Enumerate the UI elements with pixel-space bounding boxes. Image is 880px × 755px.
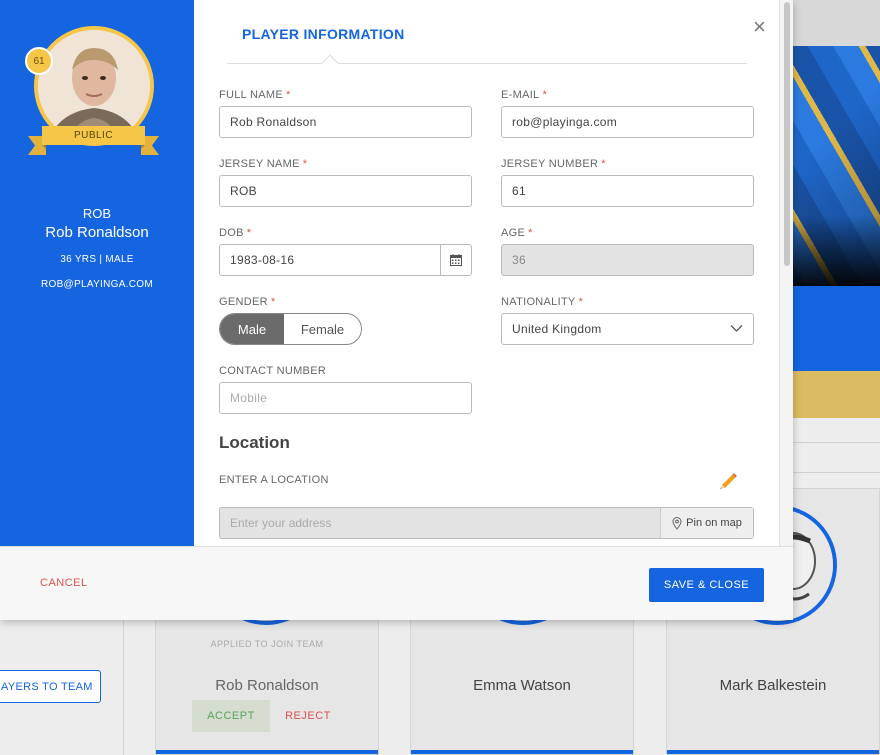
divider — [780, 472, 880, 473]
dob-value: 1983-08-16 — [230, 253, 295, 267]
modal-content: PLAYER INFORMATION × FULL NAME * Rob Rona… — [194, 0, 793, 546]
jersey-number-badge: 61 — [25, 47, 53, 75]
team-gold-strip — [780, 371, 880, 418]
save-and-close-button[interactable]: SAVE & CLOSE — [649, 568, 764, 602]
pin-on-map-label: Pin on map — [686, 517, 742, 529]
dob-input[interactable]: 1983-08-16 — [219, 244, 472, 276]
card-accent — [156, 750, 378, 754]
nationality-value: United Kingdom — [512, 322, 602, 336]
gender-toggle[interactable]: Male Female — [219, 313, 362, 345]
contact-number-input[interactable]: Mobile — [219, 382, 472, 414]
player-email-display: ROB@PLAYINGA.COM — [40, 279, 153, 290]
dob-label: DOB * — [219, 227, 252, 239]
add-players-to-team-button[interactable]: AYERS TO TEAM — [0, 670, 101, 703]
gender-option-male[interactable]: Male — [220, 314, 284, 344]
jersey-name-display: ROB — [82, 206, 112, 221]
card-accent — [667, 750, 879, 754]
tab-underline — [227, 63, 747, 64]
map-pin-icon — [672, 516, 682, 530]
full-name-input[interactable]: Rob Ronaldson — [219, 106, 472, 138]
player-profile-sidebar: 61 PUBLIC ROB Rob Ronaldson 36 YRS | MAL… — [0, 0, 194, 546]
card-player-name: Rob Ronaldson — [215, 677, 319, 694]
cancel-button[interactable]: CANCEL — [40, 577, 88, 589]
pin-on-map-button[interactable]: Pin on map — [660, 508, 753, 538]
card-accent — [411, 750, 633, 754]
gender-option-female[interactable]: Female — [284, 314, 361, 344]
player-information-modal: 61 PUBLIC ROB Rob Ronaldson 36 YRS | MAL… — [0, 0, 793, 620]
age-label: AGE * — [501, 227, 533, 239]
chevron-down-icon — [730, 325, 743, 332]
accept-button[interactable]: ACCEPT — [192, 700, 270, 732]
tab-player-information[interactable]: PLAYER INFORMATION — [242, 26, 405, 42]
tab-active-indicator — [321, 54, 339, 72]
close-icon[interactable]: × — [753, 16, 766, 38]
jersey-name-label: JERSEY NAME * — [219, 158, 308, 170]
card-status: APPLIED TO JOIN TEAM — [210, 639, 324, 649]
scrollbar-thumb[interactable] — [784, 2, 790, 266]
enter-location-label: ENTER A LOCATION — [219, 474, 329, 486]
reject-button[interactable]: REJECT — [278, 700, 338, 732]
nationality-select[interactable]: United Kingdom — [501, 313, 754, 345]
team-banner-image — [780, 46, 880, 286]
age-input: 36 — [501, 244, 754, 276]
calendar-icon — [450, 254, 462, 266]
contact-placeholder: Mobile — [230, 391, 268, 405]
visibility-ribbon: PUBLIC — [28, 126, 159, 156]
visibility-label: PUBLIC — [42, 126, 145, 145]
column-divider — [123, 620, 124, 755]
pencil-edit-icon[interactable] — [718, 470, 738, 490]
gender-label: GENDER * — [219, 296, 276, 308]
modal-footer: CANCEL SAVE & CLOSE — [0, 546, 793, 620]
card-player-name: Emma Watson — [473, 677, 571, 694]
jersey-number-input[interactable]: 61 — [501, 175, 754, 207]
team-header-strip — [780, 286, 880, 371]
full-name-label: FULL NAME * — [219, 89, 291, 101]
jersey-number-label: JERSEY NUMBER * — [501, 158, 606, 170]
location-heading: Location — [219, 433, 290, 452]
jersey-name-input[interactable]: ROB — [219, 175, 472, 207]
divider — [780, 442, 880, 443]
address-input[interactable]: Enter your address — [220, 508, 660, 538]
email-label: E-MAIL * — [501, 89, 548, 101]
modal-scrollbar[interactable] — [779, 0, 793, 546]
player-name-display: Rob Ronaldson — [45, 224, 149, 241]
nationality-label: NATIONALITY * — [501, 296, 584, 308]
email-input[interactable]: rob@playinga.com — [501, 106, 754, 138]
card-player-name: Mark Balkestein — [719, 677, 827, 694]
contact-number-label: CONTACT NUMBER — [219, 365, 327, 377]
address-field[interactable]: Enter your address Pin on map — [219, 507, 754, 539]
calendar-button[interactable] — [440, 245, 471, 275]
player-age-gender: 36 YRS | MALE — [60, 254, 134, 265]
